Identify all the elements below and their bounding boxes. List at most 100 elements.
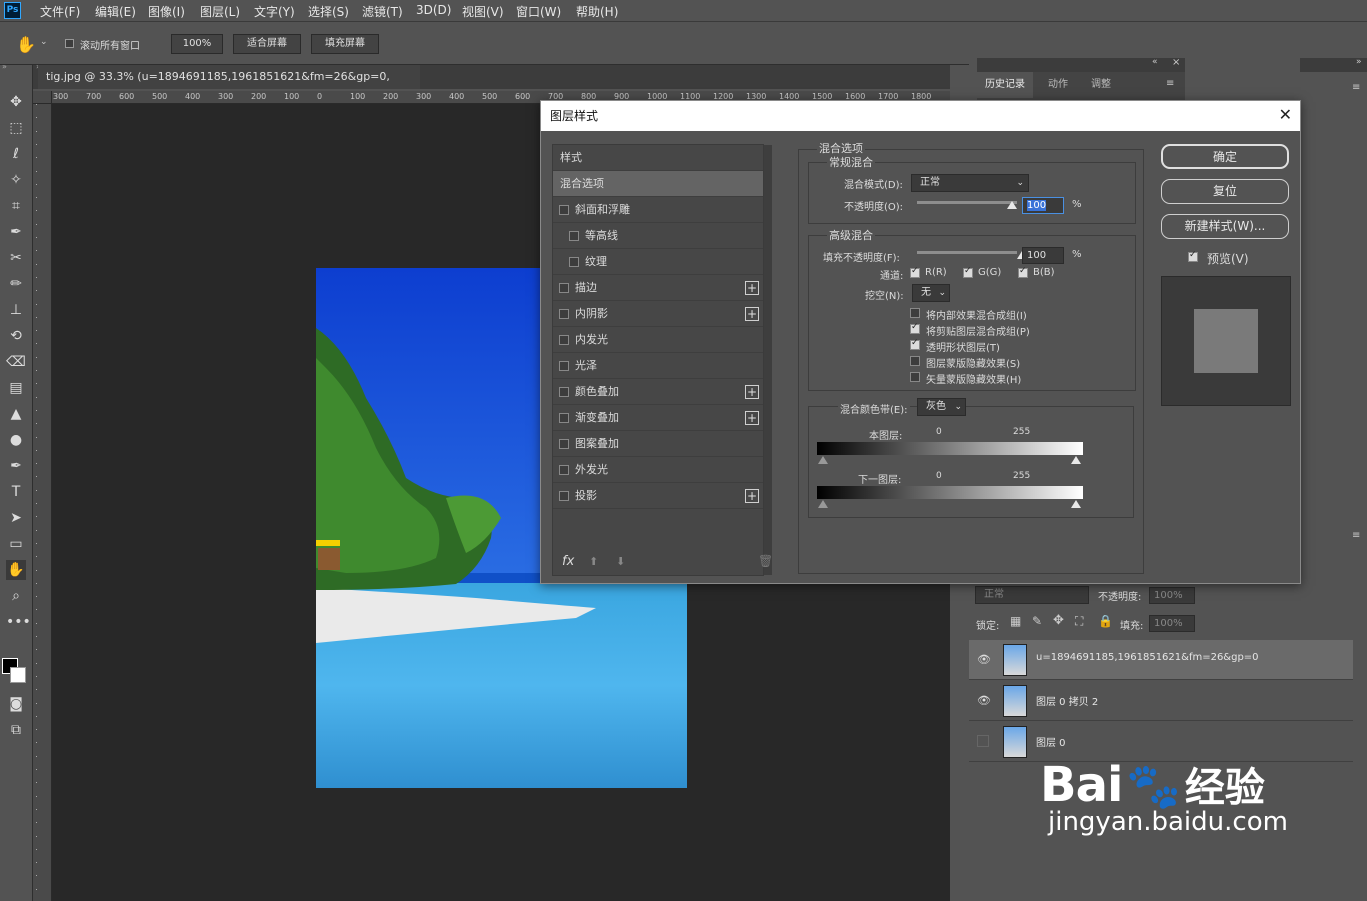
eye-icon[interactable]: 👁: [977, 694, 993, 708]
path-select-icon[interactable]: ➤: [6, 508, 26, 528]
fill-opacity-slider[interactable]: [917, 251, 1017, 254]
channel-checkbox[interactable]: [910, 266, 920, 278]
this-layer-gradient[interactable]: [817, 442, 1083, 455]
panel-menu-icon[interactable]: ≡: [1352, 82, 1360, 93]
style-item[interactable]: 图案叠加: [553, 431, 763, 457]
crop-tool-icon[interactable]: ⌗: [6, 196, 26, 216]
this-layer-black-thumb[interactable]: [818, 456, 828, 464]
stamp-tool-icon[interactable]: ⊥: [6, 300, 26, 320]
style-checkbox[interactable]: [559, 309, 569, 319]
advanced-option-checkbox[interactable]: [910, 308, 920, 318]
trash-icon[interactable]: 🗑: [758, 554, 773, 568]
menu-item[interactable]: 3D(D): [416, 3, 451, 17]
layer-row[interactable]: 👁 图层 0 拷贝 2: [969, 681, 1353, 721]
lock-brush-icon[interactable]: ✎: [1032, 614, 1042, 628]
style-checkbox[interactable]: [559, 439, 569, 449]
panel-menu-icon[interactable]: ≡: [1166, 78, 1174, 89]
fx-icon[interactable]: fx: [562, 554, 574, 569]
close-panel-icon[interactable]: ×: [1172, 57, 1180, 68]
style-checkbox[interactable]: [559, 413, 569, 423]
style-item[interactable]: 外发光: [553, 457, 763, 483]
menu-item[interactable]: 图层(L): [200, 3, 240, 20]
blend-mode-select[interactable]: 正常 ⌄: [911, 174, 1029, 192]
hand-tool-icon[interactable]: ✋: [16, 35, 36, 54]
menu-item[interactable]: 编辑(E): [95, 3, 136, 20]
move-tool-icon[interactable]: ✥: [6, 92, 26, 112]
style-checkbox[interactable]: [559, 387, 569, 397]
tab-adjustments[interactable]: 调整: [1083, 72, 1119, 98]
layer-fill-input[interactable]: 100%: [1149, 615, 1195, 632]
more-tools-icon[interactable]: •••: [6, 612, 31, 632]
opacity-slider[interactable]: [917, 201, 1017, 204]
layer-opacity-input[interactable]: 100%: [1149, 587, 1195, 604]
advanced-option-checkbox[interactable]: [910, 356, 920, 366]
menu-item[interactable]: 文字(Y): [254, 3, 295, 20]
menu-item[interactable]: 窗口(W): [516, 3, 561, 20]
blur-tool-icon[interactable]: ▲: [6, 404, 26, 424]
scroll-all-checkbox[interactable]: [65, 39, 74, 48]
eyedropper-icon[interactable]: ✒: [6, 222, 26, 242]
style-item[interactable]: 颜色叠加 +: [553, 379, 763, 405]
channel-checkbox[interactable]: [1018, 266, 1028, 278]
style-item[interactable]: 等高线: [553, 223, 763, 249]
quick-mask-icon[interactable]: ◙: [6, 694, 26, 714]
shape-tool-icon[interactable]: ▭: [6, 534, 26, 554]
gradient-tool-icon[interactable]: ▤: [6, 378, 26, 398]
add-style-icon[interactable]: +: [745, 307, 759, 321]
marquee-tool-icon[interactable]: ⬚: [6, 118, 26, 138]
lock-move-icon[interactable]: ✥: [1053, 613, 1064, 628]
add-style-icon[interactable]: +: [745, 385, 759, 399]
style-checkbox[interactable]: [559, 335, 569, 345]
style-checkbox[interactable]: [569, 257, 579, 267]
type-tool-icon[interactable]: T: [6, 482, 26, 502]
tab-history[interactable]: 历史记录: [977, 72, 1033, 98]
reset-button[interactable]: 复位: [1161, 179, 1289, 204]
blend-options-item[interactable]: 混合选项: [553, 171, 763, 197]
add-style-icon[interactable]: +: [745, 281, 759, 295]
tab-actions[interactable]: 动作: [1040, 72, 1076, 98]
layer-blend-mode-select[interactable]: 正常: [975, 586, 1089, 604]
add-style-icon[interactable]: +: [745, 411, 759, 425]
move-up-icon[interactable]: ⬆: [589, 555, 598, 568]
style-item[interactable]: 斜面和浮雕: [553, 197, 763, 223]
style-checkbox[interactable]: [559, 205, 569, 215]
style-item[interactable]: 纹理: [553, 249, 763, 275]
visibility-off-box[interactable]: [977, 735, 989, 747]
fill-screen-button[interactable]: 填充屏幕: [311, 34, 379, 54]
this-layer-white-thumb[interactable]: [1071, 456, 1081, 464]
style-checkbox[interactable]: [559, 491, 569, 501]
dodge-tool-icon[interactable]: ●: [6, 430, 26, 450]
history-brush-icon[interactable]: ⟲: [6, 326, 26, 346]
eye-icon[interactable]: 👁: [977, 653, 993, 667]
knockout-select[interactable]: 无 ⌄: [912, 284, 950, 302]
fill-opacity-input[interactable]: 100: [1022, 247, 1064, 264]
collapse-panels-icon[interactable]: «: [1152, 57, 1158, 67]
zoom-100-button[interactable]: 100%: [171, 34, 223, 54]
screen-mode-icon[interactable]: ⧉: [6, 720, 26, 740]
style-item[interactable]: 投影 +: [553, 483, 763, 509]
style-item[interactable]: 渐变叠加 +: [553, 405, 763, 431]
style-checkbox[interactable]: [559, 361, 569, 371]
scrollbar[interactable]: [764, 145, 772, 575]
healing-brush-icon[interactable]: ✂: [6, 248, 26, 268]
move-down-icon[interactable]: ⬇: [616, 555, 625, 568]
chevron-down-icon[interactable]: ⌄: [40, 37, 48, 47]
menu-item[interactable]: 图像(I): [148, 3, 185, 20]
style-item[interactable]: 描边 +: [553, 275, 763, 301]
new-style-button[interactable]: 新建样式(W)...: [1161, 214, 1289, 239]
style-checkbox[interactable]: [569, 231, 579, 241]
lock-transparent-icon[interactable]: ▦: [1010, 614, 1021, 628]
panel-menu-icon[interactable]: ≡: [1352, 530, 1360, 541]
add-style-icon[interactable]: +: [745, 489, 759, 503]
zoom-tool-icon[interactable]: ⌕: [6, 586, 26, 606]
lock-all-icon[interactable]: 🔒: [1098, 614, 1113, 628]
opacity-slider-thumb[interactable]: [1007, 201, 1017, 209]
styles-header[interactable]: 样式: [553, 145, 763, 171]
menu-item[interactable]: 文件(F): [40, 3, 80, 20]
panel-collapse-icon[interactable]: »: [2, 62, 7, 71]
style-item[interactable]: 光泽: [553, 353, 763, 379]
brush-tool-icon[interactable]: ✏: [6, 274, 26, 294]
underlying-gradient[interactable]: [817, 486, 1083, 499]
document-tab[interactable]: tig.jpg @ 33.3% (u=1894691185,1961851621…: [38, 65, 420, 107]
close-icon[interactable]: ✕: [1279, 105, 1292, 125]
